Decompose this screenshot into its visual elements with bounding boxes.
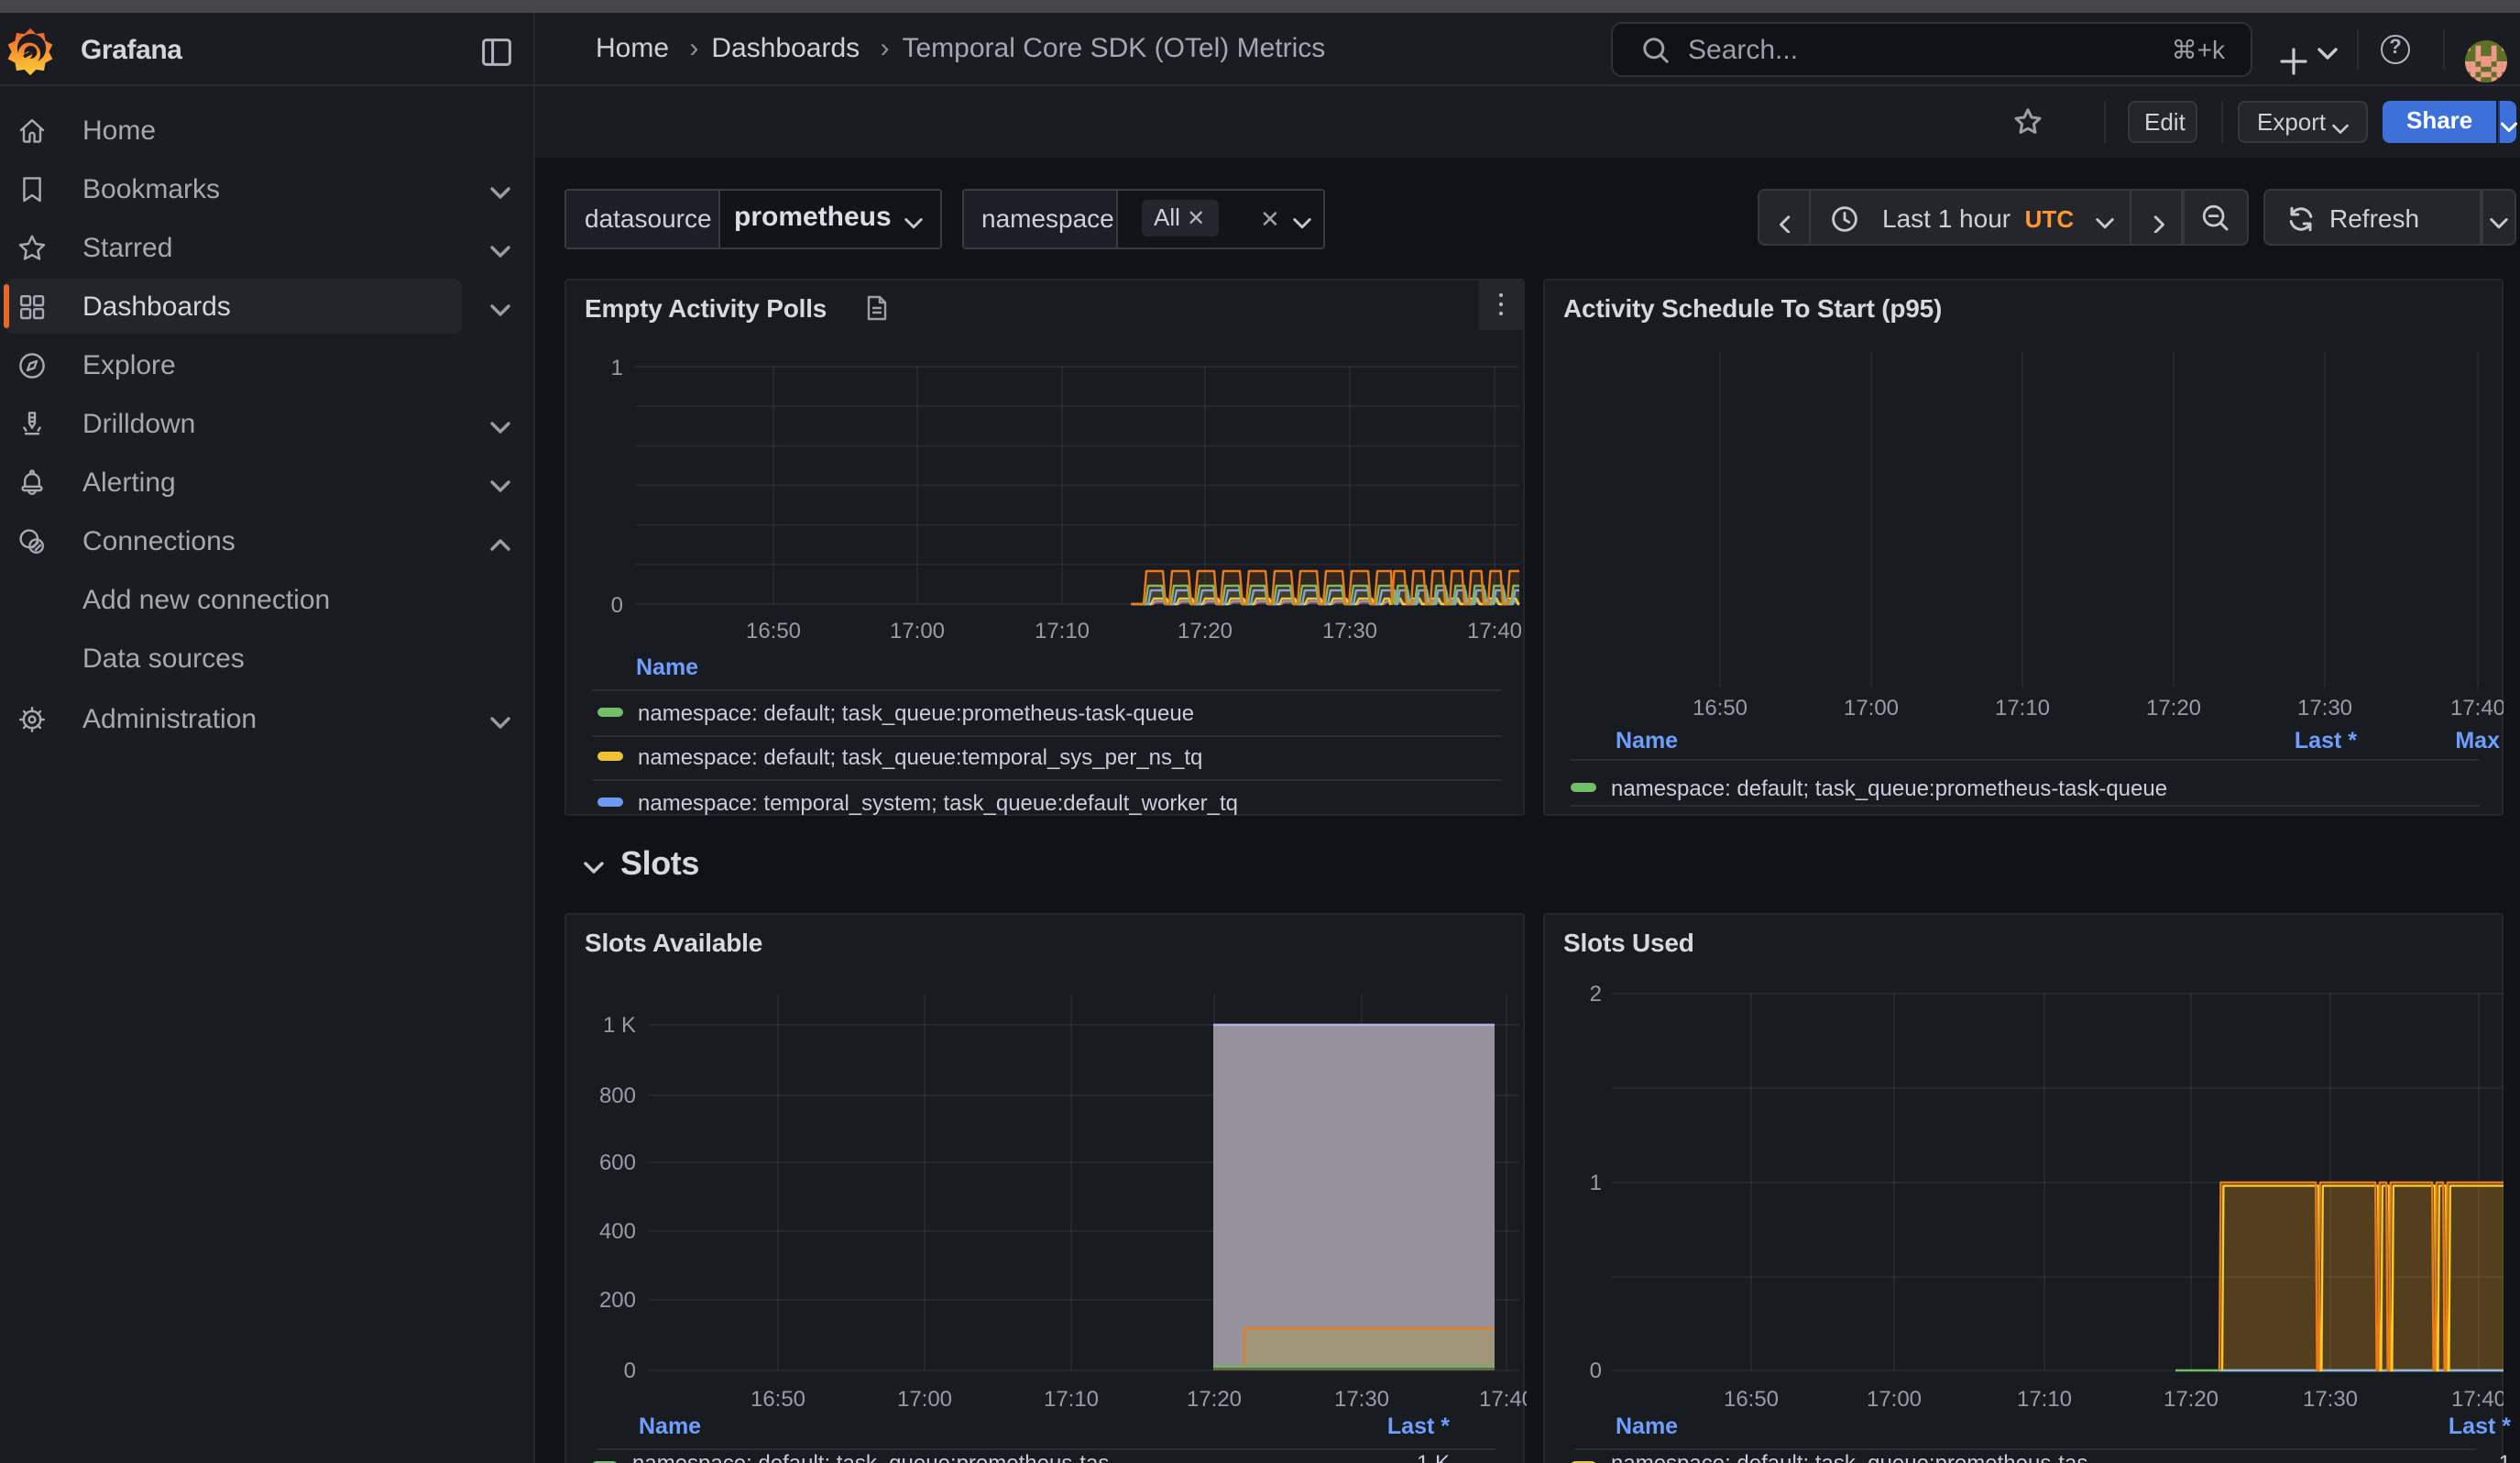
- svg-text:17:30: 17:30: [2297, 696, 2352, 720]
- svg-text:16:50: 16:50: [1724, 1387, 1779, 1412]
- svg-text:0: 0: [624, 1358, 636, 1383]
- svg-text:17:40: 17:40: [1467, 619, 1522, 644]
- svg-text:1: 1: [611, 356, 623, 380]
- svg-text:17:20: 17:20: [1178, 619, 1233, 644]
- svg-text:17:40: 17:40: [1479, 1387, 1527, 1412]
- svg-text:17:00: 17:00: [897, 1387, 952, 1412]
- svg-text:17:00: 17:00: [1867, 1387, 1922, 1412]
- svg-text:16:50: 16:50: [746, 619, 801, 644]
- svg-text:2: 2: [1590, 982, 1602, 1006]
- svg-text:17:30: 17:30: [1322, 619, 1377, 644]
- svg-text:1 K: 1 K: [603, 1013, 636, 1038]
- svg-text:17:30: 17:30: [2303, 1387, 2358, 1412]
- svg-text:16:50: 16:50: [751, 1387, 805, 1412]
- svg-text:17:10: 17:10: [1995, 696, 2050, 720]
- svg-text:0: 0: [611, 593, 623, 618]
- svg-text:17:10: 17:10: [2017, 1387, 2072, 1412]
- svg-text:800: 800: [599, 1084, 636, 1108]
- svg-text:17:00: 17:00: [890, 619, 945, 644]
- svg-text:600: 600: [599, 1150, 636, 1175]
- svg-text:17:20: 17:20: [2164, 1387, 2219, 1412]
- svg-text:17:10: 17:10: [1035, 619, 1090, 644]
- svg-text:17:30: 17:30: [1334, 1387, 1389, 1412]
- svg-text:17:10: 17:10: [1044, 1387, 1099, 1412]
- svg-text:400: 400: [599, 1219, 636, 1244]
- svg-text:17:20: 17:20: [1187, 1387, 1242, 1412]
- svg-text:17:20: 17:20: [2146, 696, 2201, 720]
- svg-text:0: 0: [1590, 1358, 1602, 1383]
- svg-text:17:00: 17:00: [1844, 696, 1899, 720]
- svg-text:1: 1: [1590, 1171, 1602, 1195]
- svg-text:200: 200: [599, 1288, 636, 1313]
- svg-text:17:40: 17:40: [2451, 1387, 2504, 1412]
- svg-text:17:40: 17:40: [2450, 696, 2504, 720]
- svg-text:16:50: 16:50: [1693, 696, 1748, 720]
